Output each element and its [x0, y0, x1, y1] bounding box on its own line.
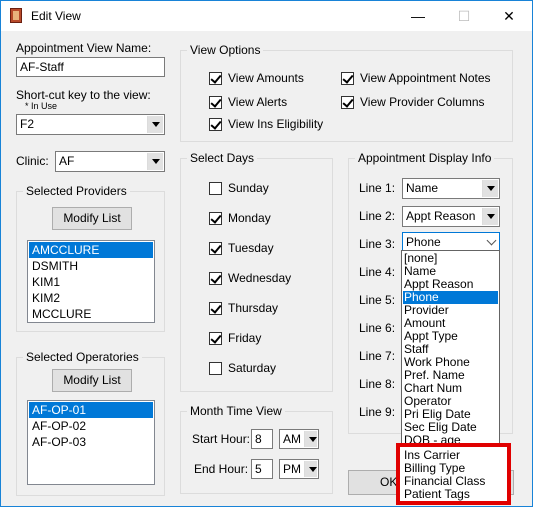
tuesday-checkbox[interactable] — [209, 242, 222, 255]
start-ampm-select[interactable]: AM — [279, 429, 319, 449]
list-item[interactable]: MCCLURE — [29, 306, 153, 322]
monday-checkbox[interactable] — [209, 212, 222, 225]
line-3-value: Phone — [406, 235, 441, 249]
line-4-label: Line 4: — [359, 265, 396, 279]
view-provider-columns-label: View Provider Columns — [360, 95, 485, 109]
start-hour-label: Start Hour: — [192, 432, 251, 446]
start-ampm-value: AM — [283, 432, 301, 446]
chevron-down-icon[interactable] — [486, 235, 497, 246]
window-title: Edit View — [31, 9, 81, 23]
sunday-checkbox[interactable] — [209, 182, 222, 195]
chevron-down-icon[interactable] — [304, 431, 317, 447]
shortcut-in-use-note: * In Use — [25, 101, 58, 111]
friday-checkbox[interactable] — [209, 332, 222, 345]
line-7-label: Line 7: — [359, 349, 396, 363]
select-days-title: Select Days — [187, 151, 258, 165]
month-time-view-group: Month Time View Start Hour: 8 AM End Hou… — [180, 404, 333, 494]
end-hour-label: End Hour: — [194, 462, 249, 476]
select-days-group: Select Days Sunday Monday Tuesday Wednes… — [180, 151, 333, 392]
end-ampm-value: PM — [283, 462, 301, 476]
list-item[interactable]: KIM2 — [29, 290, 153, 306]
appointment-view-name-input[interactable]: AF-Staff — [16, 57, 165, 77]
list-item[interactable]: AF-OP-01 — [29, 402, 153, 418]
minimize-button[interactable]: — — [395, 1, 441, 31]
list-item[interactable]: AF-OP-03 — [29, 434, 153, 450]
list-item[interactable]: AF-OP-02 — [29, 418, 153, 434]
highlight-box: Ins Carrier Billing Type Financial Class… — [396, 443, 511, 505]
title-bar: Edit View — ☐ ✕ — [1, 1, 532, 31]
sunday-label: Sunday — [228, 181, 269, 195]
providers-listbox[interactable]: AMCCLURE DSMITH KIM1 KIM2 MCCLURE — [27, 240, 155, 323]
tuesday-label: Tuesday — [228, 241, 274, 255]
chevron-down-icon[interactable] — [482, 208, 498, 225]
view-ins-eligibility-label: View Ins Eligibility — [228, 117, 324, 131]
list-item[interactable]: KIM1 — [29, 274, 153, 290]
line-8-label: Line 8: — [359, 377, 396, 391]
friday-label: Friday — [228, 331, 262, 345]
view-appointment-notes-checkbox[interactable] — [341, 72, 354, 85]
app-icon — [10, 8, 22, 23]
view-amounts-checkbox[interactable] — [209, 72, 222, 85]
operatories-listbox[interactable]: AF-OP-01 AF-OP-02 AF-OP-03 — [27, 400, 155, 485]
line-6-label: Line 6: — [359, 321, 396, 335]
shortcut-key-select[interactable]: F2 — [16, 114, 165, 135]
line-3-dropdown-list[interactable]: [none] Name Appt Reason Phone Provider A… — [401, 250, 500, 444]
line-1-value: Name — [406, 181, 439, 195]
line-3-label: Line 3: — [359, 237, 396, 251]
chevron-down-icon[interactable] — [147, 153, 163, 170]
selected-operatories-group: Selected Operatories Modify List AF-OP-0… — [16, 350, 165, 496]
list-item[interactable]: AMCCLURE — [29, 242, 153, 258]
chevron-down-icon[interactable] — [482, 180, 498, 197]
line-1-label: Line 1: — [359, 181, 396, 195]
line-2-value: Appt Reason — [406, 209, 476, 223]
end-hour-input[interactable]: 5 — [251, 459, 273, 479]
clinic-select[interactable]: AF — [55, 151, 165, 172]
shortcut-label: Short-cut key to the view: — [16, 88, 151, 102]
edit-view-window: Edit View — ☐ ✕ Appointment View Name: A… — [0, 0, 533, 507]
modify-providers-button[interactable]: Modify List — [52, 207, 132, 230]
saturday-checkbox[interactable] — [209, 362, 222, 375]
thursday-label: Thursday — [228, 301, 279, 315]
start-hour-input[interactable]: 8 — [251, 429, 273, 449]
view-ins-eligibility-checkbox[interactable] — [209, 118, 222, 131]
selected-providers-title: Selected Providers — [23, 184, 130, 198]
view-alerts-checkbox[interactable] — [209, 96, 222, 109]
line-2-select[interactable]: Appt Reason — [402, 206, 500, 227]
appointment-view-name-label: Appointment View Name: — [16, 41, 152, 55]
month-time-view-title: Month Time View — [187, 404, 285, 418]
wednesday-label: Wednesday — [228, 271, 292, 285]
saturday-label: Saturday — [228, 361, 277, 375]
line-1-select[interactable]: Name — [402, 178, 500, 199]
clinic-label: Clinic: — [16, 154, 49, 168]
line-5-label: Line 5: — [359, 293, 396, 307]
clinic-value: AF — [59, 154, 75, 168]
view-alerts-label: View Alerts — [228, 95, 288, 109]
selected-operatories-title: Selected Operatories — [23, 350, 142, 364]
shortcut-key-value: F2 — [20, 117, 35, 131]
view-options-group: View Options View Amounts View Appointme… — [180, 43, 513, 142]
maximize-button: ☐ — [457, 8, 471, 24]
line-9-label: Line 9: — [359, 405, 396, 419]
view-amounts-label: View Amounts — [228, 71, 304, 85]
end-ampm-select[interactable]: PM — [279, 459, 319, 479]
monday-label: Monday — [228, 211, 271, 225]
line-2-label: Line 2: — [359, 209, 396, 223]
view-options-title: View Options — [187, 43, 264, 57]
dropdown-option[interactable]: Patient Tags — [404, 488, 470, 501]
chevron-down-icon[interactable] — [304, 461, 317, 477]
wednesday-checkbox[interactable] — [209, 272, 222, 285]
appointment-display-info-title: Appointment Display Info — [355, 151, 495, 165]
thursday-checkbox[interactable] — [209, 302, 222, 315]
list-item[interactable]: DSMITH — [29, 258, 153, 274]
modify-operatories-button[interactable]: Modify List — [52, 369, 132, 392]
close-button[interactable]: ✕ — [486, 1, 532, 31]
chevron-down-icon[interactable] — [147, 116, 163, 133]
selected-providers-group: Selected Providers Modify List AMCCLURE … — [16, 184, 165, 332]
view-appointment-notes-label: View Appointment Notes — [360, 71, 491, 85]
view-provider-columns-checkbox[interactable] — [341, 96, 354, 109]
